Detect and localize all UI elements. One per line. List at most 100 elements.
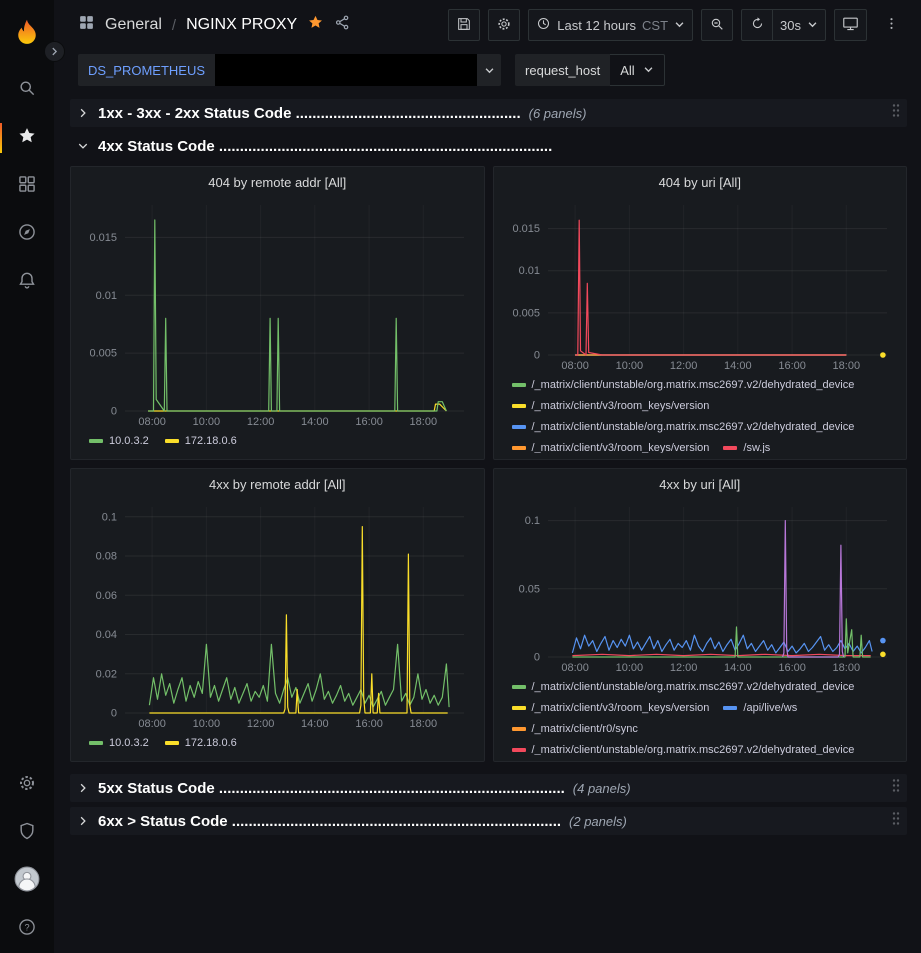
row-title: 6xx > Status Code ......................… (98, 813, 561, 830)
row-drag-handle-icon[interactable] (891, 103, 901, 124)
variables-submenu: DS_PROMETHEUS request_host All (54, 50, 921, 90)
svg-text:10:00: 10:00 (615, 360, 643, 372)
panel-title[interactable]: 404 by remote addr [All] (79, 171, 476, 195)
share-icon[interactable] (334, 14, 351, 36)
dashboard-title[interactable]: NGINX PROXY (186, 16, 297, 34)
legend-label: /api/live/ws (743, 702, 797, 714)
row-6xx-status-code[interactable]: 6xx > Status Code ......................… (70, 807, 907, 835)
legend-label: /_matrix/client/v3/room_keys/version (532, 442, 710, 453)
legend-swatch (512, 446, 526, 450)
sidebar-item-server-admin[interactable] (0, 809, 54, 857)
legend-swatch (89, 741, 103, 745)
chevron-right-icon (76, 108, 90, 118)
row-drag-handle-icon[interactable] (891, 811, 901, 832)
breadcrumb-separator: / (172, 17, 176, 34)
svg-text:0.015: 0.015 (512, 223, 540, 235)
legend-item[interactable]: 172.18.0.6 (165, 733, 237, 753)
row-5xx-status-code[interactable]: 5xx Status Code ........................… (70, 774, 907, 802)
shield-icon (17, 821, 37, 846)
svg-text:0.1: 0.1 (102, 511, 117, 523)
legend-swatch (89, 439, 103, 443)
legend-item[interactable]: /_matrix/client/unstable/org.matrix.msc2… (512, 375, 855, 395)
time-range-label: Last 12 hours (557, 18, 636, 33)
legend-label: /_matrix/client/v3/room_keys/version (532, 702, 710, 714)
legend-swatch (512, 685, 526, 689)
sidebar-item-configuration[interactable] (0, 761, 54, 809)
row-panel-count: (4 panels) (573, 781, 631, 796)
svg-text:0.015: 0.015 (89, 232, 117, 244)
sidebar-item-profile[interactable] (0, 857, 54, 905)
row-4xx-status-code[interactable]: 4xx Status Code ........................… (70, 132, 907, 160)
svg-text:12:00: 12:00 (669, 662, 697, 674)
refresh-button[interactable] (741, 9, 773, 41)
save-dashboard-button[interactable] (448, 9, 480, 41)
kebab-menu-button[interactable] (875, 9, 907, 41)
request-host-variable-value[interactable]: All (610, 54, 664, 86)
grafana-app: ? General / NGINX PROXY (0, 0, 921, 953)
row-drag-handle-icon[interactable] (891, 778, 901, 799)
svg-text:18:00: 18:00 (832, 662, 860, 674)
legend-swatch (512, 404, 526, 408)
svg-text:10:00: 10:00 (193, 416, 221, 428)
timeseries-chart-4xx-by-remote-addr[interactable]: 00.020.040.060.080.108:0010:0012:0014:00… (79, 497, 476, 731)
dashboard-settings-button[interactable] (488, 9, 520, 41)
datasource-variable-value[interactable] (215, 54, 477, 86)
sidebar-item-alerting[interactable] (0, 258, 54, 306)
legend-item[interactable]: /api/live/ws (723, 698, 797, 718)
svg-text:0: 0 (533, 652, 539, 664)
svg-text:18:00: 18:00 (410, 718, 438, 730)
svg-text:14:00: 14:00 (724, 662, 752, 674)
legend-item[interactable]: /_matrix/client/v3/room_keys/version (512, 698, 710, 718)
legend-swatch (512, 383, 526, 387)
chevron-right-icon (76, 783, 90, 793)
save-icon (456, 16, 472, 35)
gear-icon (17, 773, 37, 798)
legend-item[interactable]: 172.18.0.6 (165, 431, 237, 451)
sidebar-item-explore[interactable] (0, 210, 54, 258)
panel-title[interactable]: 4xx by remote addr [All] (79, 473, 476, 497)
svg-text:12:00: 12:00 (669, 360, 697, 372)
request-host-variable-label: request_host (515, 54, 610, 86)
legend-item[interactable]: /_matrix/client/v3/room_keys/version (512, 438, 710, 453)
timeseries-chart-4xx-by-uri[interactable]: 00.050.108:0010:0012:0014:0016:0018:00 (502, 497, 899, 675)
svg-text:10:00: 10:00 (615, 662, 643, 674)
timeseries-chart-404-by-remote-addr[interactable]: 00.0050.010.01508:0010:0012:0014:0016:00… (79, 195, 476, 429)
legend-swatch (723, 706, 737, 710)
timeseries-chart-404-by-uri[interactable]: 00.0050.010.01508:0010:0012:0014:0016:00… (502, 195, 899, 373)
panel-title[interactable]: 4xx by uri [All] (502, 473, 899, 497)
legend-item[interactable]: /sw.js (723, 438, 770, 453)
svg-text:0.06: 0.06 (96, 590, 117, 602)
request-host-selected-option: All (620, 63, 634, 78)
chart-canvas: 00.050.108:0010:0012:0014:0016:0018:00 (502, 497, 899, 675)
favorite-star-icon[interactable] (307, 14, 324, 36)
refresh-icon (750, 16, 765, 34)
legend-item[interactable]: /_matrix/client/r0/sync (512, 719, 638, 739)
chevron-right-icon (76, 816, 90, 826)
chevron-down-icon[interactable] (477, 54, 501, 86)
refresh-interval-dropdown[interactable]: 30s (772, 9, 826, 41)
bell-icon (17, 270, 37, 295)
panel-title[interactable]: 404 by uri [All] (502, 171, 899, 195)
legend-item[interactable]: /_matrix/client/v3/room_keys/version (512, 396, 710, 416)
sidebar-item-search[interactable] (0, 66, 54, 114)
navbar-actions: Last 12 hours CST (448, 9, 907, 41)
legend-swatch (512, 748, 526, 752)
time-range-picker[interactable]: Last 12 hours CST (528, 9, 693, 41)
sidebar-item-dashboards[interactable] (0, 162, 54, 210)
svg-text:14:00: 14:00 (724, 360, 752, 372)
sidebar-item-help[interactable]: ? (0, 905, 54, 953)
legend-item[interactable]: /_matrix/client/unstable/org.matrix.msc2… (512, 417, 855, 437)
row-1xx-3xx-2xx-status-code[interactable]: 1xx - 3xx - 2xx Status Code ............… (70, 99, 907, 127)
legend-item[interactable]: 10.0.3.2 (89, 733, 149, 753)
legend-item[interactable]: /_matrix/client/unstable/org.matrix.msc2… (512, 677, 855, 697)
datasource-variable: DS_PROMETHEUS (78, 54, 501, 86)
legend-item[interactable]: /_matrix/client/unstable/org.matrix.msc2… (512, 740, 855, 755)
zoom-out-button[interactable] (701, 9, 733, 41)
legend-item[interactable]: 10.0.3.2 (89, 431, 149, 451)
sidebar-item-starred[interactable] (0, 114, 54, 162)
cycle-view-mode-button[interactable] (834, 9, 867, 41)
svg-text:0: 0 (111, 708, 117, 720)
grafana-logo[interactable] (13, 8, 41, 56)
sidebar-expand-button[interactable] (44, 41, 65, 62)
breadcrumb-folder[interactable]: General (105, 16, 162, 34)
